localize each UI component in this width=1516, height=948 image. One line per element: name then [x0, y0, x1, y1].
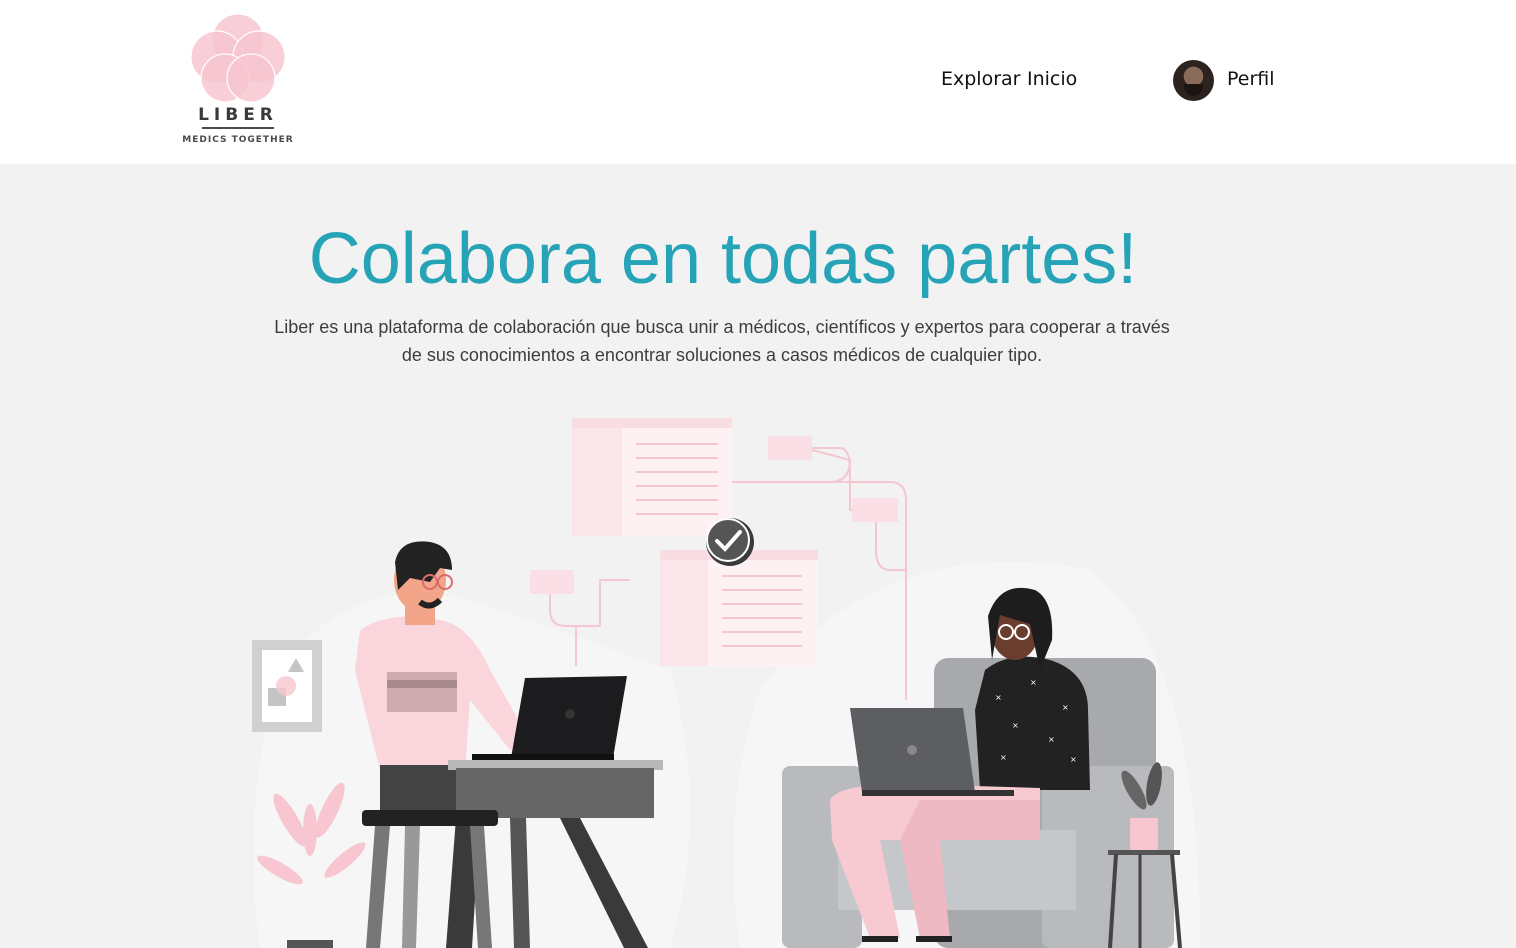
- svg-text:×: ×: [995, 693, 1002, 702]
- profile-label: Perfil: [1227, 68, 1275, 90]
- svg-text:×: ×: [1000, 753, 1007, 762]
- collaboration-illustration: × × × × × × ×: [252, 418, 1200, 948]
- svg-text:×: ×: [1012, 721, 1019, 730]
- nav-explorar-link[interactable]: Explorar: [941, 68, 1020, 90]
- avatar[interactable]: [1173, 60, 1214, 101]
- brand-name: LIBER: [198, 105, 278, 125]
- svg-text:×: ×: [1030, 678, 1037, 687]
- wall-frame: [252, 640, 322, 732]
- svg-text:×: ×: [1048, 735, 1055, 744]
- navbar: LIBER MEDICS TOGETHER Explorar Inicio Pe…: [0, 0, 1516, 164]
- brand-divider: [202, 127, 274, 129]
- hero-title: Colabora en todas partes!: [308, 219, 1138, 299]
- nav-inicio-link[interactable]: Inicio: [1027, 68, 1077, 90]
- window-panel-top: [572, 418, 732, 536]
- window-panel-bottom: [660, 550, 818, 666]
- profile-menu[interactable]: Perfil: [1173, 60, 1283, 102]
- svg-text:×: ×: [1062, 703, 1069, 712]
- hero-subtitle: Liber es una plataforma de colaboración …: [274, 317, 1170, 365]
- check-circle-icon: [706, 518, 754, 566]
- brand-logo[interactable]: LIBER MEDICS TOGETHER: [180, 12, 296, 152]
- svg-text:×: ×: [1070, 755, 1077, 764]
- brand-tagline: MEDICS TOGETHER: [182, 135, 294, 145]
- flower-logo-icon: [190, 13, 286, 103]
